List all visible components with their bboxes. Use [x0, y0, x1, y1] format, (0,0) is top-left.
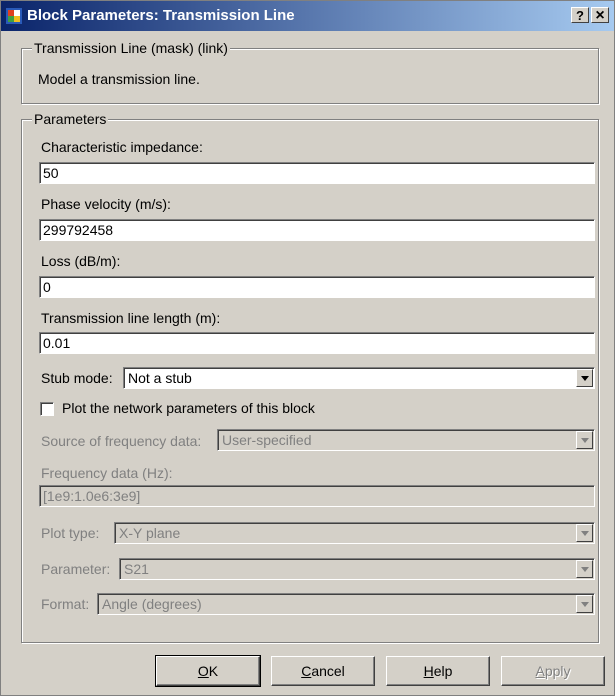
stub-mode-select[interactable]: Not a stub: [123, 367, 595, 389]
mask-description: Model a transmission line.: [38, 71, 200, 87]
cancel-button[interactable]: Cancel: [271, 656, 375, 686]
chevron-down-icon[interactable]: [576, 595, 593, 613]
line-length-label: Transmission line length (m):: [41, 310, 221, 326]
plot-checkbox-label[interactable]: Plot the network parameters of this bloc…: [62, 400, 315, 416]
plot-type-label: Plot type:: [41, 525, 100, 541]
format-select[interactable]: Angle (degrees): [97, 593, 595, 615]
plot-type-select[interactable]: X-Y plane: [114, 522, 595, 544]
format-label: Format:: [41, 596, 90, 612]
chevron-down-icon[interactable]: [576, 431, 593, 449]
mask-group-legend: Transmission Line (mask) (link): [32, 40, 230, 56]
phase-velocity-input[interactable]: 299792458: [39, 219, 595, 241]
stub-mode-label: Stub mode:: [41, 370, 113, 386]
dialog-window: Block Parameters: Transmission Line ? × …: [0, 0, 615, 696]
loss-label: Loss (dB/m):: [41, 253, 121, 269]
chevron-down-icon[interactable]: [576, 524, 593, 542]
parameter-select[interactable]: S21: [119, 558, 595, 580]
help-icon[interactable]: ?: [571, 7, 589, 23]
loss-input[interactable]: 0: [39, 276, 595, 298]
title-bar[interactable]: Block Parameters: Transmission Line ? ×: [1, 1, 614, 31]
plot-checkbox[interactable]: [40, 402, 54, 416]
freq-data-input[interactable]: [1e9:1.0e6:3e9]: [39, 485, 595, 507]
parameter-value: S21: [124, 561, 149, 577]
freq-source-label: Source of frequency data:: [41, 433, 202, 449]
plot-type-value: X-Y plane: [119, 525, 181, 541]
parameter-label: Parameter:: [41, 561, 111, 577]
chevron-down-icon[interactable]: [576, 369, 593, 387]
ok-button[interactable]: OK: [155, 655, 261, 687]
window-title: Block Parameters: Transmission Line: [27, 7, 295, 24]
freq-data-label: Frequency data (Hz):: [41, 465, 173, 481]
freq-source-value: User-specified: [222, 432, 312, 448]
phase-velocity-label: Phase velocity (m/s):: [41, 196, 171, 212]
line-length-input[interactable]: 0.01: [39, 332, 595, 354]
apply-button[interactable]: Apply: [501, 656, 605, 686]
char-impedance-input[interactable]: 50: [39, 162, 595, 184]
help-button[interactable]: Help: [386, 656, 490, 686]
parameters-group-legend: Parameters: [32, 111, 109, 127]
char-impedance-label: Characteristic impedance:: [41, 139, 203, 155]
chevron-down-icon[interactable]: [576, 560, 593, 578]
freq-source-select[interactable]: User-specified: [217, 429, 595, 451]
close-icon[interactable]: ×: [591, 7, 609, 24]
format-value: Angle (degrees): [102, 596, 202, 612]
stub-mode-value: Not a stub: [128, 370, 192, 386]
mask-description-group: Transmission Line (mask) (link) Model a …: [21, 40, 599, 104]
simulink-block-icon: [6, 8, 22, 24]
